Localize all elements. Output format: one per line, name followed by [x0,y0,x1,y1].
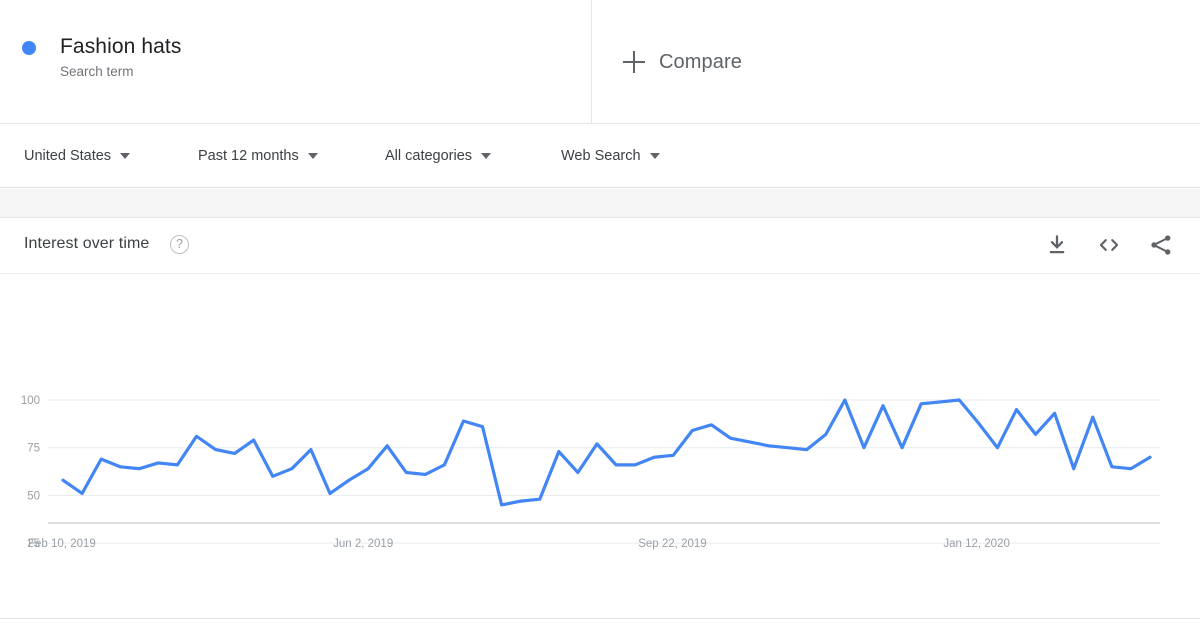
chevron-down-icon [120,152,131,159]
filter-search-type[interactable]: Web Search [561,148,660,164]
chart-line-series [61,398,1152,507]
filter-bar: United States Past 12 months All categor… [0,124,1200,188]
download-icon[interactable] [1044,232,1070,258]
filter-category[interactable]: All categories [385,147,492,164]
y-axis-tick-label: 50 [27,490,40,502]
filter-time-range-label: Past 12 months [198,147,299,164]
search-terms-row: Fashion hats Search term Compare [0,0,1200,124]
interest-over-time-chart[interactable]: 255075100Feb 10, 2019 Jun 2, 2019 Sep 22, … [0,274,1200,619]
filter-time-range[interactable]: Past 12 months [198,148,318,164]
chevron-down-icon [649,152,660,159]
google-trends-page: Fashion hats Search term Compare United … [0,0,1200,624]
term-title: Fashion hats [60,35,182,58]
term-color-dot [22,41,36,55]
filter-region-label: United States [24,147,112,164]
filter-category-label: All categories [385,147,473,164]
y-axis-tick-label: 100 [21,395,40,407]
x-axis-tick-label: Sep 22, 2019 [638,538,706,550]
embed-icon[interactable] [1096,232,1122,258]
chevron-down-icon [481,152,492,159]
plus-icon [623,51,645,73]
compare-button[interactable]: Compare [592,0,1200,124]
card-actions [1044,232,1174,258]
share-icon[interactable] [1148,232,1174,258]
filter-region[interactable]: United States [24,147,131,164]
search-term-card[interactable]: Fashion hats Search term [0,0,592,124]
x-axis-tick-label: Jun 2, 2019 [333,538,393,550]
chevron-down-icon [307,152,318,159]
x-axis-tick-label: Jan 12, 2020 [943,538,1010,550]
x-axis-tick-label: Feb 10, 2019 [28,538,96,550]
page-title: Interest over time [24,235,150,252]
card-header: Interest over time ? [0,218,1200,274]
help-icon[interactable]: ? [170,235,189,254]
compare-label: Compare [659,50,742,73]
term-subtitle: Search term [60,64,134,79]
term-text-block: Fashion hats Search term [60,34,591,81]
interest-over-time-card: Interest over time ? 25 50 75 100 Feb 10… [0,217,1200,619]
content-gap [0,189,1200,217]
y-axis-tick-label: 75 [27,443,40,455]
filter-search-type-label: Web Search [561,147,641,164]
chart-area[interactable]: 25 50 75 100 Feb 10, 2019 Jun 2, 2019 Sep 22, … [0,274,1200,619]
